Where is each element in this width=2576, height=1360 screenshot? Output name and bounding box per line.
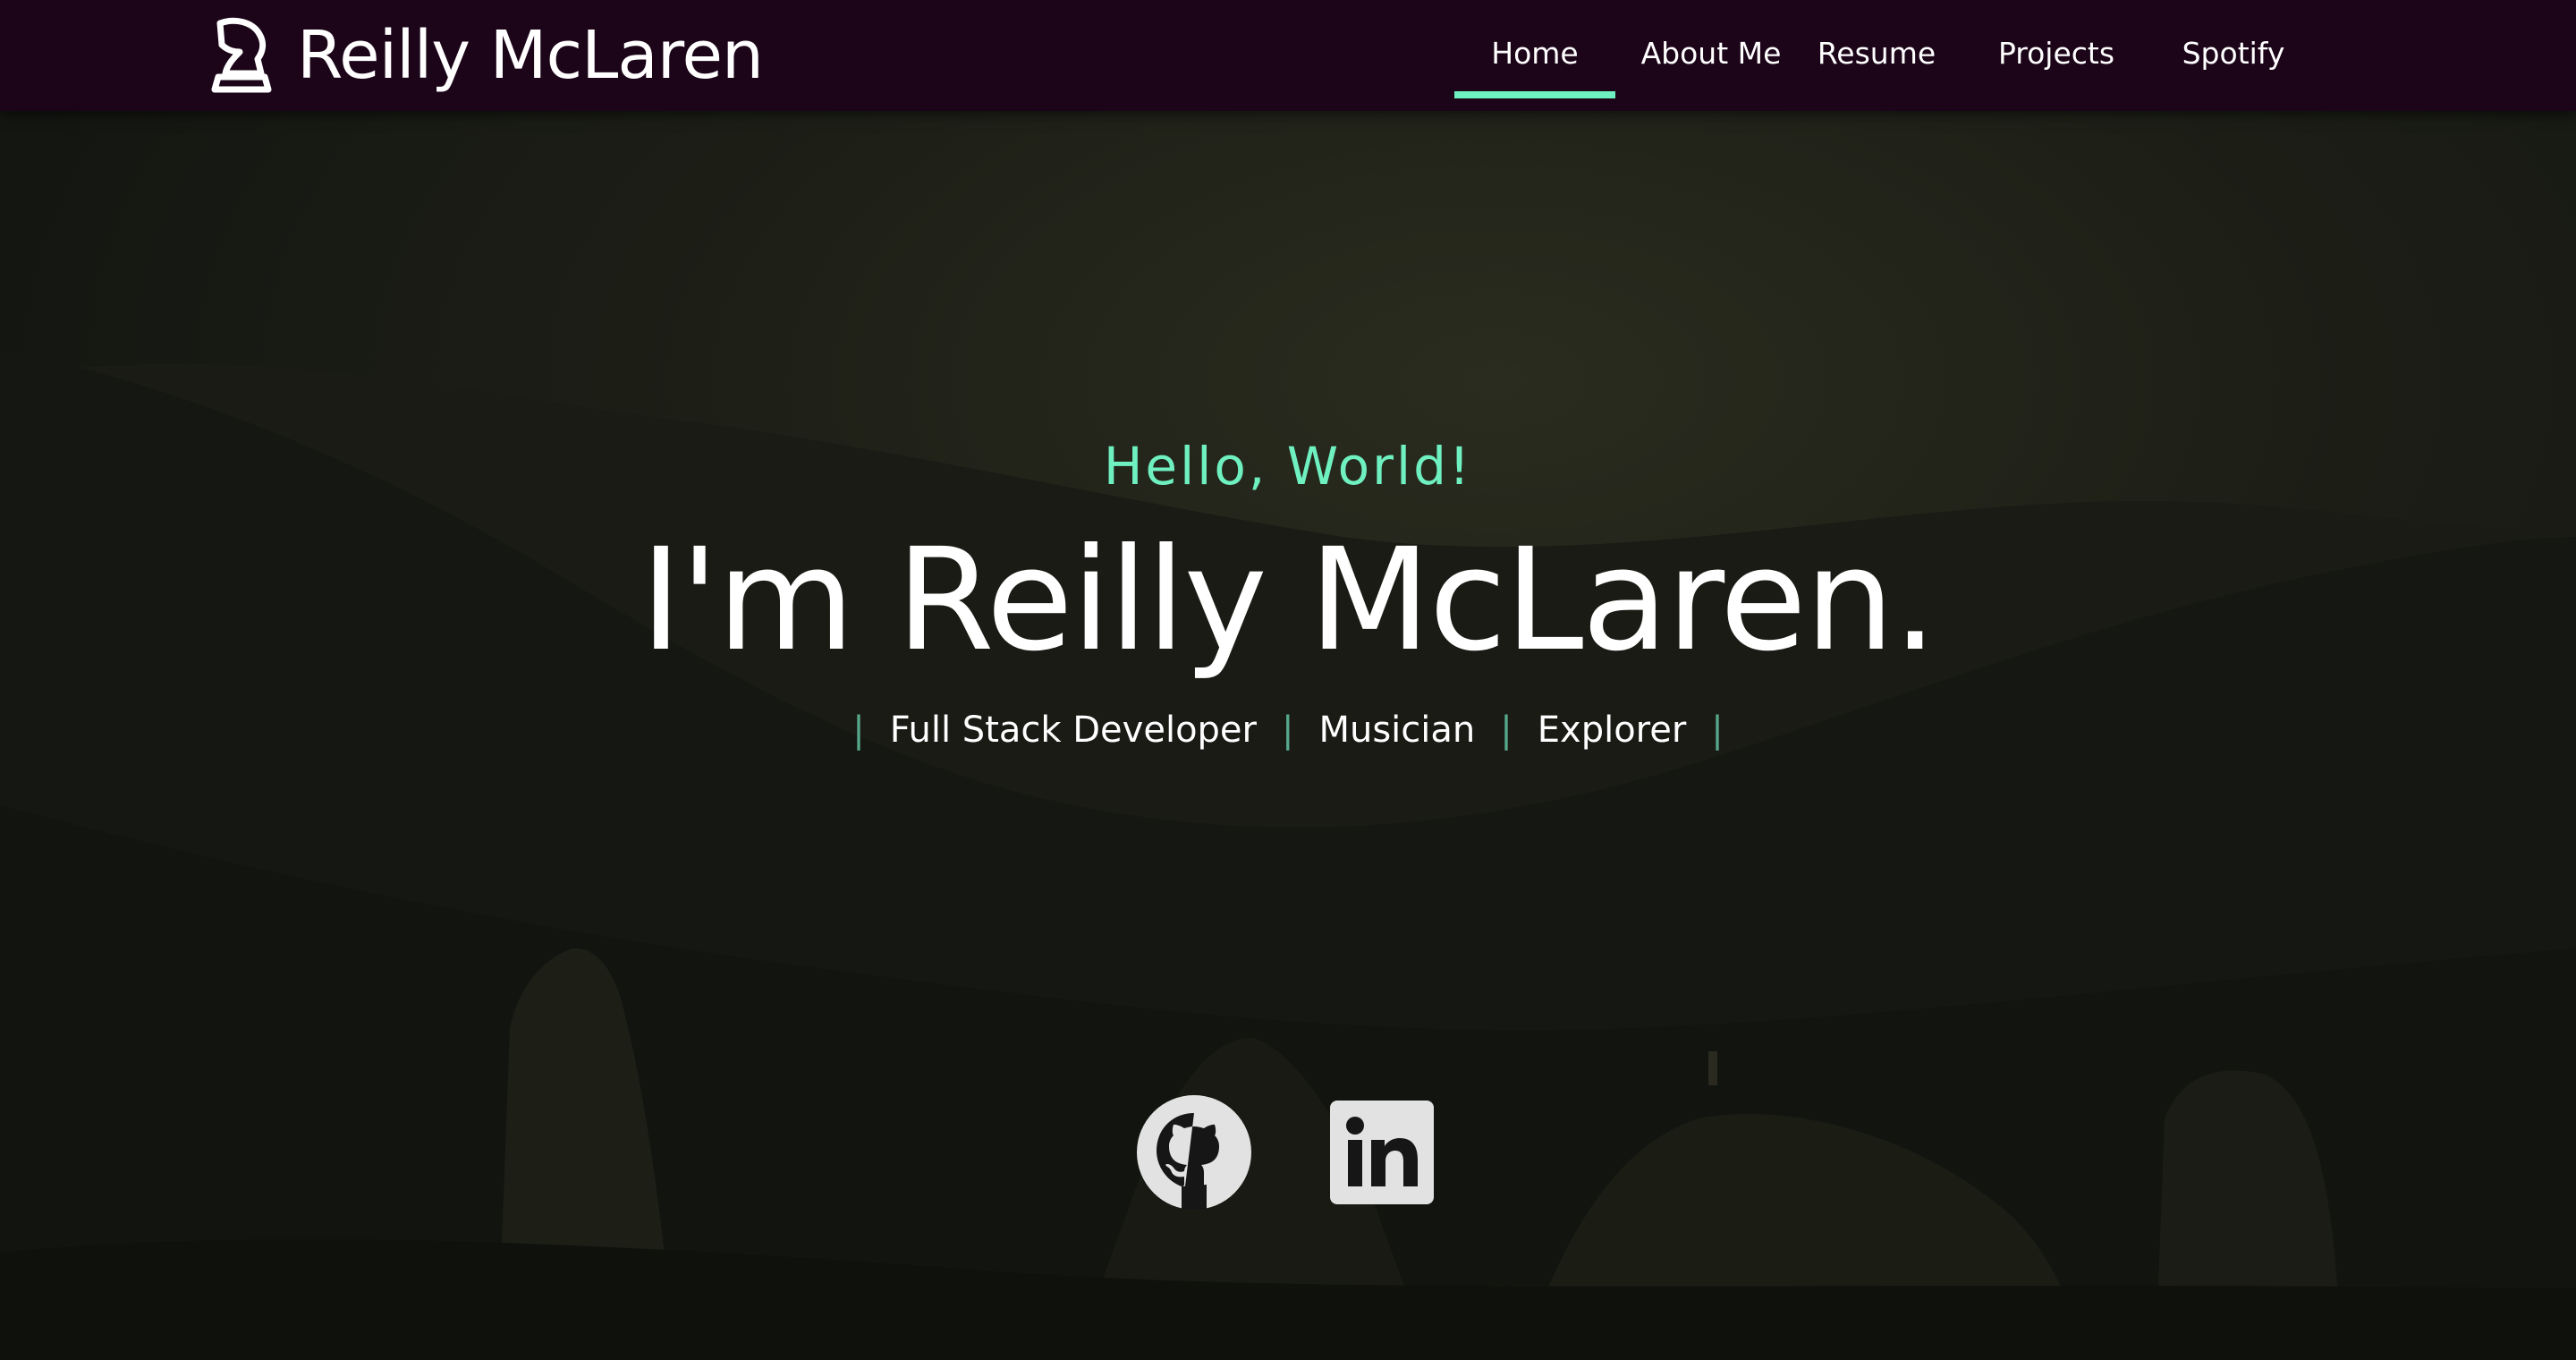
- nav-item-resume[interactable]: Resume: [1803, 0, 1950, 111]
- github-icon: [1137, 1095, 1252, 1210]
- page: Reilly McLaren Home About Me Resume Proj…: [0, 0, 2576, 1360]
- navbar: Reilly McLaren Home About Me Resume Proj…: [0, 0, 2576, 111]
- role-separator: |: [1281, 710, 1294, 751]
- role-separator: |: [852, 710, 865, 751]
- social-links: [0, 1095, 2576, 1211]
- role-item: Explorer: [1537, 710, 1687, 751]
- role-separator: |: [1711, 710, 1724, 751]
- hero-roles: | Full Stack Developer | Musician | Explorer |: [0, 712, 2576, 748]
- brand-name: Reilly McLaren: [297, 17, 764, 94]
- linkedin-icon: [1325, 1095, 1439, 1210]
- linkedin-link[interactable]: [1325, 1095, 1439, 1210]
- github-link[interactable]: [1137, 1095, 1252, 1210]
- nav-item-about-me[interactable]: About Me: [1633, 0, 1789, 111]
- nav-item-spotify[interactable]: Spotify: [2159, 0, 2308, 111]
- role-item: Full Stack Developer: [889, 710, 1257, 751]
- role-separator: |: [1500, 710, 1513, 751]
- hero-greeting: Hello, World!: [1103, 436, 1473, 497]
- brand-link[interactable]: Reilly McLaren: [208, 11, 764, 100]
- hero-section: Hello, World! I'm Reilly McLaren. | Full …: [0, 111, 2576, 1360]
- nav-item-home[interactable]: Home: [1454, 0, 1615, 111]
- chess-knight-icon: [208, 14, 275, 97]
- role-item: Musician: [1318, 710, 1476, 751]
- hero-headline: I'm Reilly McLaren.: [640, 518, 1938, 683]
- nav-item-projects[interactable]: Projects: [1980, 0, 2132, 111]
